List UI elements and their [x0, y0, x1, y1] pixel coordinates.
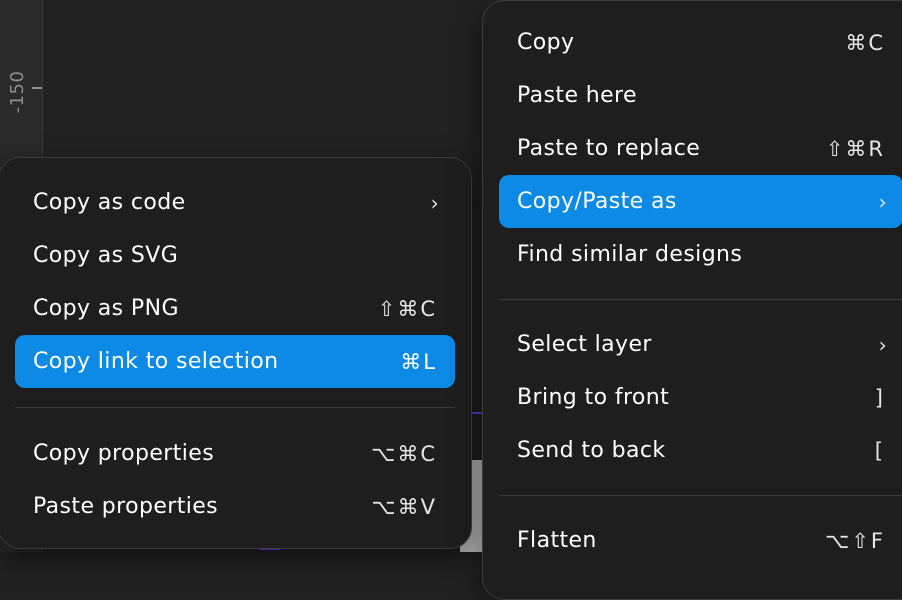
ruler-tick: [32, 87, 42, 89]
menu-item-label: Copy link to selection: [33, 349, 279, 374]
menu-divider: [499, 299, 902, 300]
menu-item-paste-to-replace[interactable]: Paste to replace ⇧⌘R: [499, 122, 902, 175]
menu-item-copy[interactable]: Copy ⌘C: [499, 16, 902, 69]
menu-item-flatten[interactable]: Flatten ⌥⇧F: [499, 514, 902, 567]
menu-item-send-to-back[interactable]: Send to back [: [499, 424, 902, 477]
menu-item-label: Copy as PNG: [33, 296, 179, 321]
menu-item-bring-to-front[interactable]: Bring to front ]: [499, 371, 902, 424]
shortcut: ]: [874, 385, 885, 410]
copy-paste-as-submenu: Copy as code › Copy as SVG Copy as PNG ⇧…: [0, 157, 472, 549]
menu-divider: [15, 407, 455, 408]
ruler-label: -150: [6, 70, 28, 114]
shortcut: ⌥⌘C: [371, 441, 437, 466]
shortcut: [: [874, 438, 885, 463]
menu-item-label: Copy: [517, 30, 575, 55]
menu-item-copy-as-code[interactable]: Copy as code ›: [15, 176, 455, 229]
menu-item-paste-here[interactable]: Paste here: [499, 69, 902, 122]
menu-item-copy-properties[interactable]: Copy properties ⌥⌘C: [15, 427, 455, 480]
menu-item-label: Paste to replace: [517, 136, 701, 161]
menu-divider: [499, 495, 902, 496]
menu-item-copy-paste-as[interactable]: Copy/Paste as ›: [499, 175, 902, 228]
menu-item-paste-properties[interactable]: Paste properties ⌥⌘V: [15, 480, 455, 533]
shortcut: ⌘L: [400, 349, 437, 374]
shortcut: ⌘C: [845, 30, 885, 55]
chevron-right-icon: ›: [430, 190, 439, 215]
menu-item-label: Send to back: [517, 438, 666, 463]
menu-item-select-layer[interactable]: Select layer ›: [499, 318, 902, 371]
shortcut: ⇧⌘C: [377, 296, 437, 321]
shortcut: ⌥⇧F: [825, 528, 885, 553]
chevron-right-icon: ›: [878, 189, 887, 214]
menu-item-label: Copy as SVG: [33, 243, 179, 268]
menu-item-label: Bring to front: [517, 385, 670, 410]
menu-item-label: Copy properties: [33, 441, 215, 466]
context-menu: Copy ⌘C Paste here Paste to replace ⇧⌘R …: [482, 0, 902, 600]
menu-item-label: Copy as code: [33, 190, 186, 215]
menu-item-label: Copy/Paste as: [517, 189, 677, 214]
menu-item-copy-as-svg[interactable]: Copy as SVG: [15, 229, 455, 282]
menu-item-label: Paste here: [517, 83, 637, 108]
menu-item-find-similar-designs[interactable]: Find similar designs: [499, 228, 902, 281]
shortcut: ⇧⌘R: [825, 136, 885, 161]
chevron-right-icon: ›: [878, 332, 887, 357]
menu-item-copy-as-png[interactable]: Copy as PNG ⇧⌘C: [15, 282, 455, 335]
shortcut: ⌥⌘V: [371, 494, 437, 519]
menu-item-label: Paste properties: [33, 494, 219, 519]
menu-item-label: Find similar designs: [517, 242, 743, 267]
menu-item-label: Select layer: [517, 332, 652, 357]
menu-item-copy-link-to-selection[interactable]: Copy link to selection ⌘L: [15, 335, 455, 388]
menu-item-label: Flatten: [517, 528, 597, 553]
